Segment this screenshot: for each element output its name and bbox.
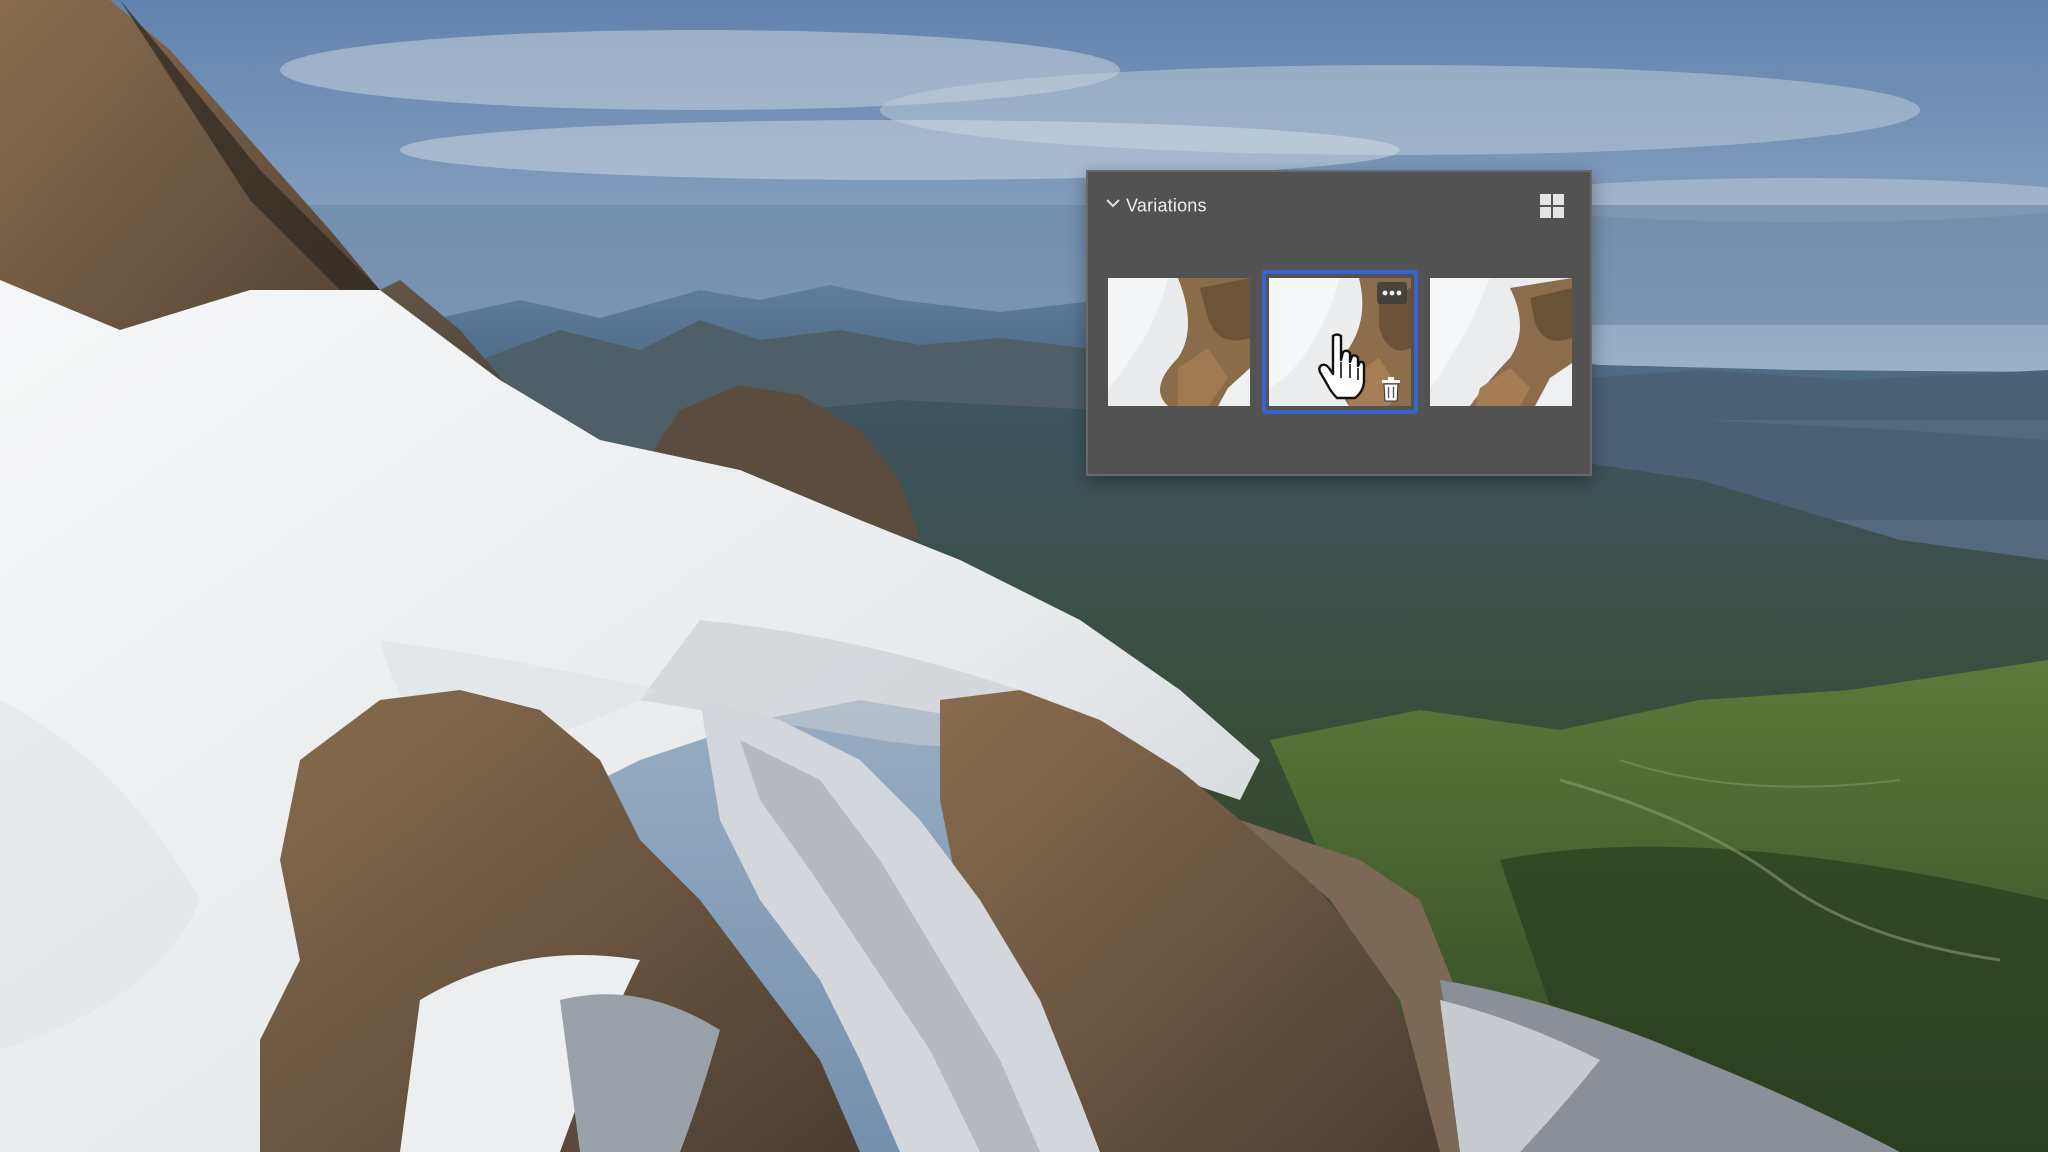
variation-thumbnail-1[interactable]	[1108, 278, 1250, 406]
canvas: Variations	[0, 0, 2048, 1152]
background-photo	[0, 0, 2048, 1152]
more-icon	[1382, 290, 1402, 296]
variation-image	[1108, 278, 1250, 406]
variation-image	[1430, 278, 1572, 406]
grid-view-icon[interactable]	[1538, 192, 1566, 220]
variations-panel: Variations	[1086, 170, 1592, 476]
variations-list	[1108, 270, 1572, 414]
chevron-down-icon[interactable]	[1104, 194, 1122, 212]
panel-title: Variations	[1126, 195, 1207, 216]
more-options-button[interactable]	[1377, 282, 1407, 304]
trash-icon[interactable]	[1379, 376, 1403, 402]
panel-header[interactable]: Variations	[1088, 172, 1590, 236]
variation-thumbnail-3[interactable]	[1430, 278, 1572, 406]
variation-thumbnail-2[interactable]	[1262, 270, 1418, 414]
